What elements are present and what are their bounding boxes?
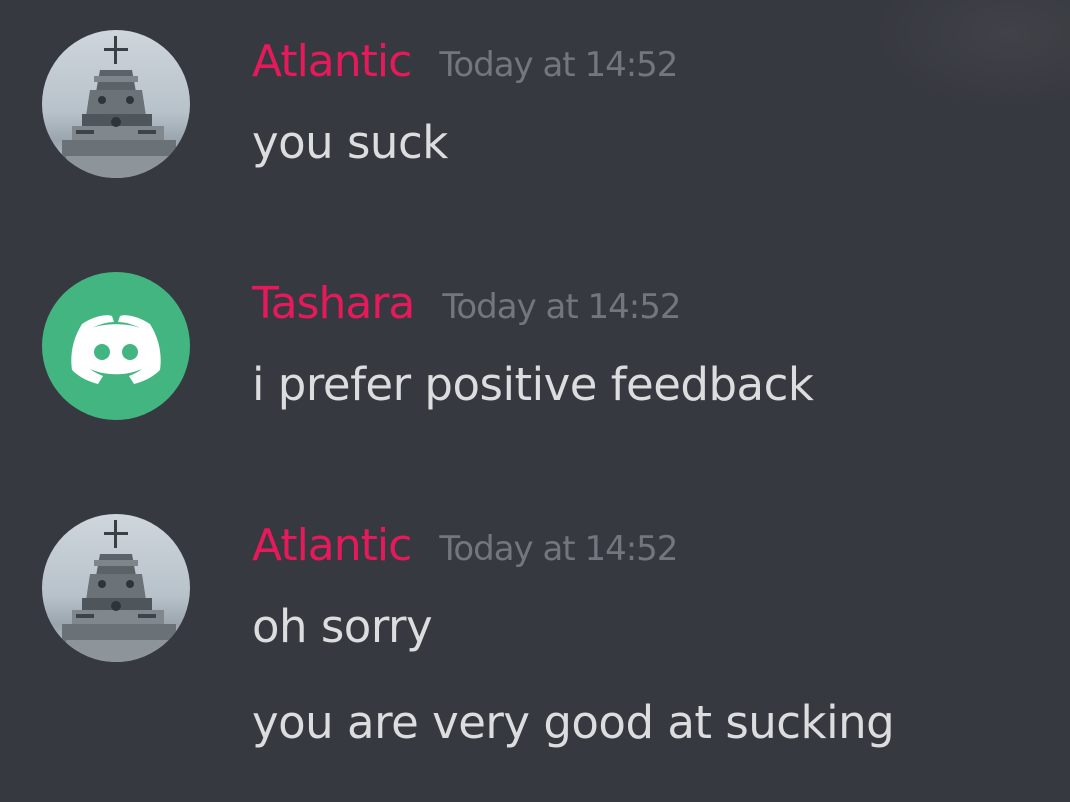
timestamp: Today at 14:52 bbox=[442, 287, 681, 327]
user-avatar[interactable] bbox=[42, 272, 190, 420]
chat-message-list: Atlantic Today at 14:52 you suck Tashara T… bbox=[0, 0, 1070, 802]
message-header: Atlantic Today at 14:52 bbox=[252, 520, 678, 580]
username[interactable]: Tashara bbox=[252, 278, 415, 329]
message-text: oh sorry bbox=[252, 600, 433, 653]
user-avatar[interactable] bbox=[42, 30, 190, 178]
message-text: i prefer positive feedback bbox=[252, 358, 814, 411]
battleship-avatar-icon bbox=[62, 36, 176, 178]
timestamp: Today at 14:52 bbox=[439, 529, 678, 569]
message-header: Tashara Today at 14:52 bbox=[252, 278, 682, 338]
username[interactable]: Atlantic bbox=[252, 36, 412, 87]
message-header: Atlantic Today at 14:52 bbox=[252, 36, 678, 96]
message-text: you suck bbox=[252, 116, 448, 169]
discord-logo-icon bbox=[71, 315, 161, 384]
battleship-avatar-icon bbox=[62, 520, 176, 662]
message-text: you are very good at sucking bbox=[252, 696, 895, 749]
screen-glare bbox=[870, 0, 1070, 110]
username[interactable]: Atlantic bbox=[252, 520, 412, 571]
timestamp: Today at 14:52 bbox=[439, 45, 678, 85]
user-avatar[interactable] bbox=[42, 514, 190, 662]
